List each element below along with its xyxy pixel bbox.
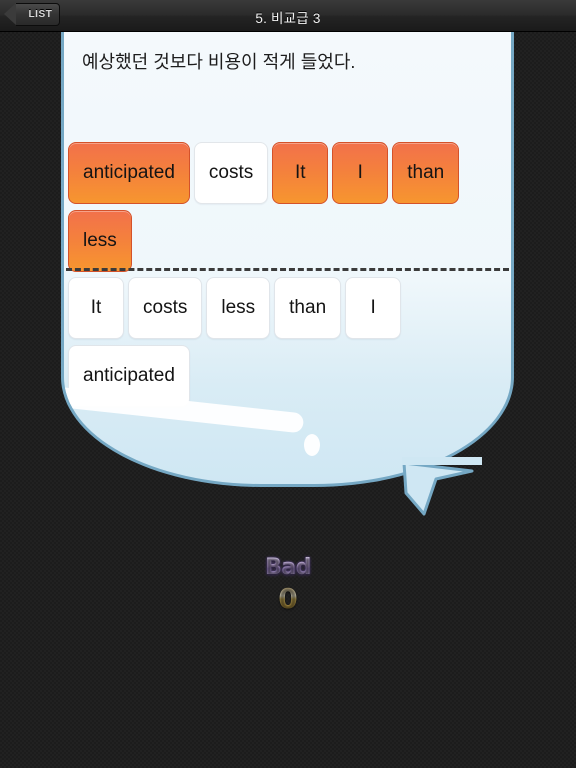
word-bank-tile[interactable]: less bbox=[68, 210, 132, 272]
app-header: LIST 5. 비교급 3 bbox=[0, 0, 576, 32]
feedback-panel: Bad 0 bbox=[0, 555, 576, 615]
word-bank-tile[interactable]: anticipated bbox=[68, 142, 190, 204]
dashed-divider bbox=[66, 268, 509, 271]
feedback-rating-label: Bad bbox=[265, 555, 311, 580]
word-bank-tile[interactable]: than bbox=[392, 142, 460, 204]
speech-bubble: 예상했던 것보다 비용이 적게 들었다. anticipated costs It I… bbox=[61, 32, 514, 487]
question-prompt: 예상했던 것보다 비용이 적게 들었다. bbox=[82, 52, 356, 72]
answer-tile[interactable]: less bbox=[206, 277, 271, 339]
bubble-gloss-dot bbox=[304, 434, 320, 456]
bottom-status-bar: 남은 문제 4개 bbox=[0, 724, 576, 768]
feedback-score-value: 0 bbox=[0, 582, 576, 615]
answer-tile[interactable]: costs bbox=[128, 277, 203, 339]
speech-bubble-tail bbox=[402, 457, 482, 517]
answer-tile[interactable]: I bbox=[345, 277, 402, 339]
speech-bubble-container: 예상했던 것보다 비용이 적게 들었다. anticipated costs It I… bbox=[61, 32, 514, 516]
word-bank: anticipated costs It Ithan less bbox=[68, 142, 507, 272]
answer-tile[interactable]: It bbox=[68, 277, 124, 339]
page-title: 5. 비교급 3 bbox=[255, 11, 321, 26]
word-bank-tile[interactable]: I bbox=[332, 142, 389, 204]
answer-tile[interactable]: than bbox=[274, 277, 342, 339]
word-bank-tile[interactable]: It bbox=[272, 142, 329, 204]
answer-area: It costs less than Ianticipated bbox=[68, 277, 507, 407]
word-bank-tile[interactable]: costs bbox=[193, 142, 269, 204]
